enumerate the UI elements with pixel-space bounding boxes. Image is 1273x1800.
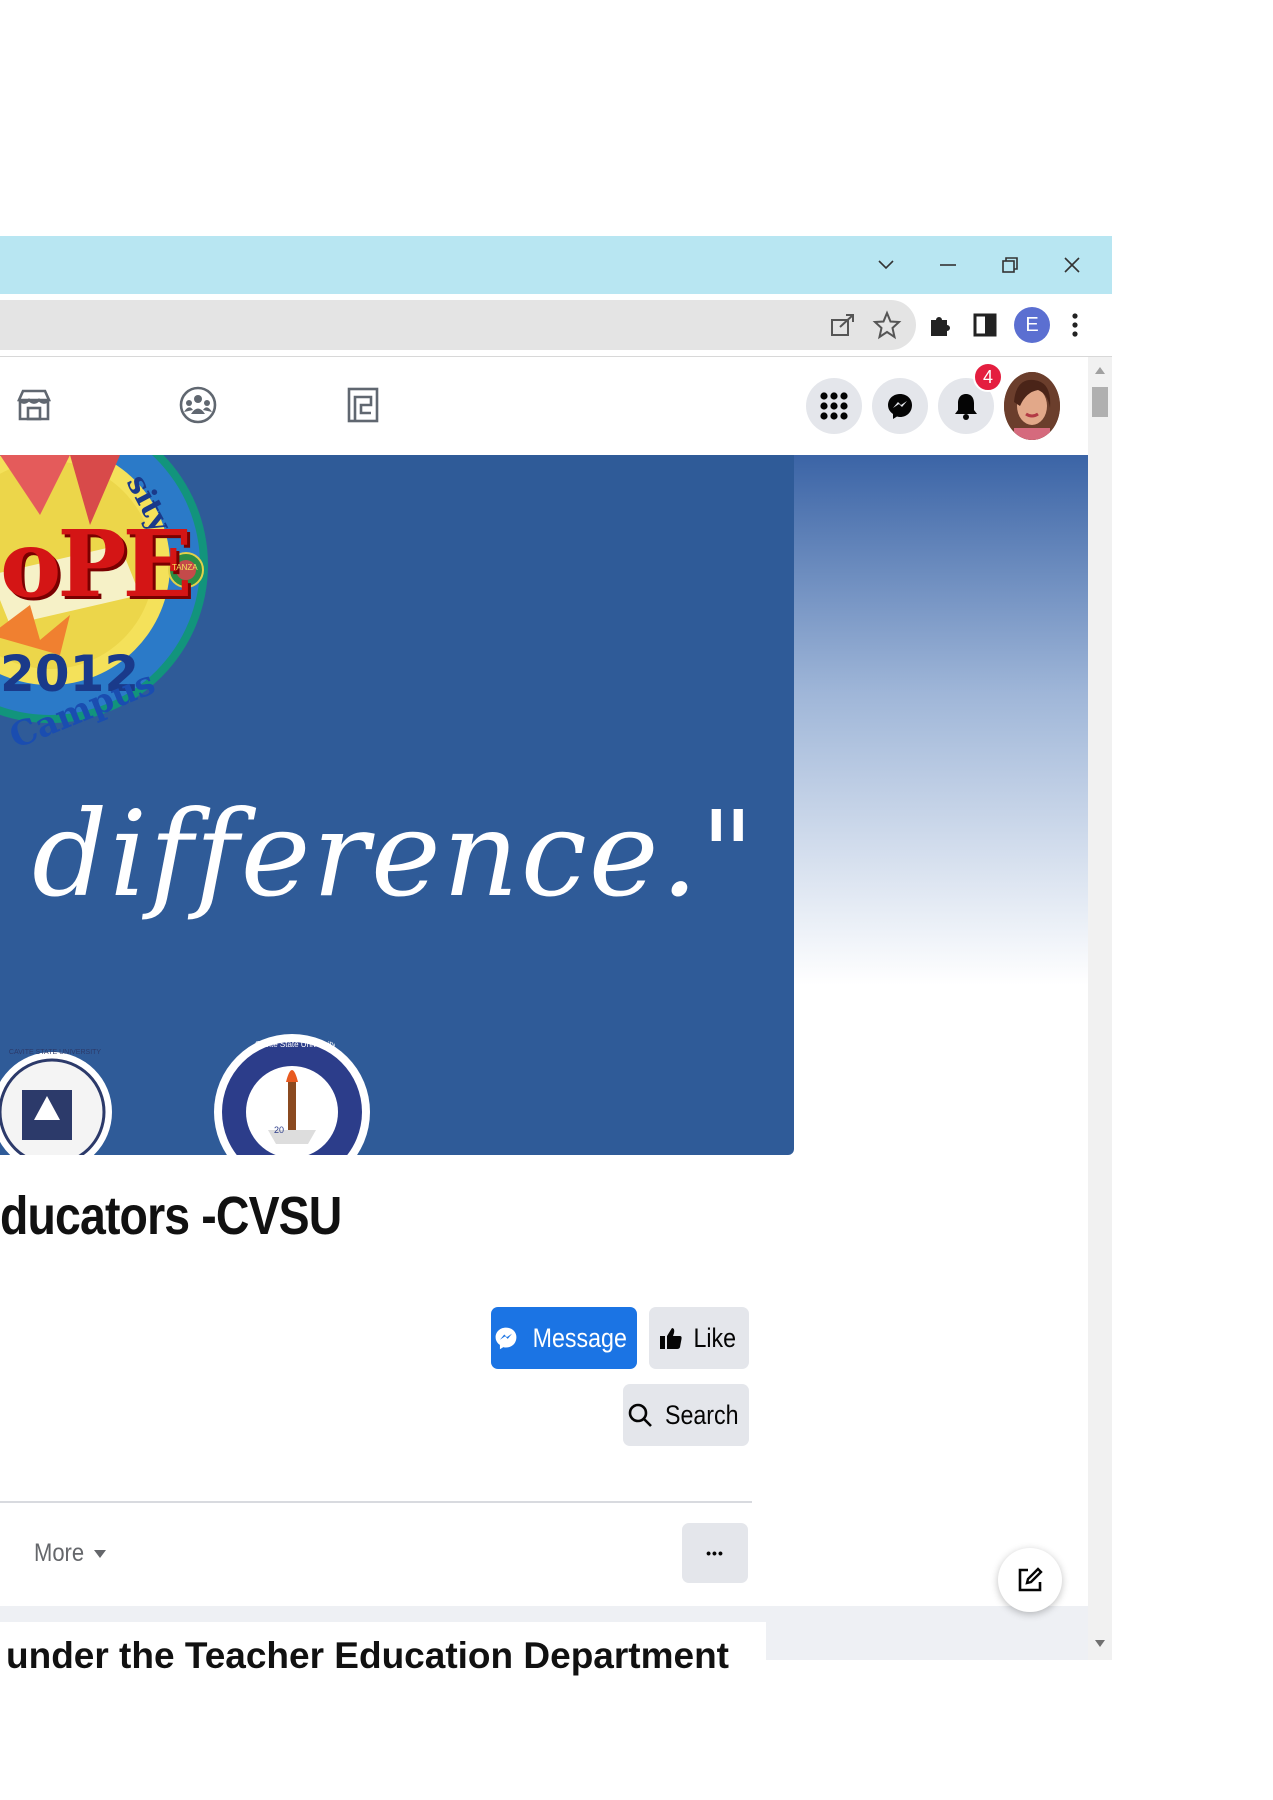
page-scrollbar[interactable] xyxy=(1088,357,1112,1660)
more-tab-label: More xyxy=(34,1539,85,1567)
logo-badge-text: TANZA xyxy=(172,563,198,572)
tab-search-button[interactable] xyxy=(855,236,917,294)
restore-icon xyxy=(1002,257,1018,273)
caret-down-icon xyxy=(93,1549,106,1558)
chevron-down-icon xyxy=(878,260,894,270)
ellipsis-icon: ••• xyxy=(706,1545,724,1561)
thumbs-up-icon xyxy=(660,1328,682,1349)
like-button[interactable]: Like xyxy=(649,1307,749,1369)
compose-icon xyxy=(1018,1567,1043,1592)
more-options-button[interactable]: ••• xyxy=(682,1523,748,1583)
messenger-icon xyxy=(888,394,912,419)
seal-year: 20 xyxy=(274,1125,285,1135)
messenger-icon xyxy=(495,1327,517,1350)
profile-avatar-button[interactable]: E xyxy=(1014,307,1050,343)
bell-icon xyxy=(955,394,977,420)
scrollbar-thumb[interactable] xyxy=(1092,387,1108,417)
search-button-label: Search xyxy=(665,1399,739,1430)
messenger-button[interactable] xyxy=(872,378,928,434)
address-bar[interactable] xyxy=(0,300,916,350)
close-button[interactable] xyxy=(1041,236,1103,294)
browser-menu-icon[interactable] xyxy=(1065,309,1085,341)
notification-badge: 4 xyxy=(973,362,1003,392)
groups-icon[interactable] xyxy=(176,383,220,427)
side-panel-icon[interactable] xyxy=(970,310,1000,340)
profile-initial: E xyxy=(1025,313,1039,336)
scroll-down-arrow-icon xyxy=(1095,1640,1105,1647)
search-button[interactable]: Search xyxy=(623,1384,749,1446)
marketplace-icon[interactable] xyxy=(12,383,56,427)
menu-grid-button[interactable] xyxy=(806,378,862,434)
close-icon xyxy=(1064,257,1080,273)
like-button-label: Like xyxy=(693,1322,737,1353)
restore-button[interactable] xyxy=(979,236,1041,294)
cover-tagline: difference." xyxy=(32,785,757,923)
scroll-up-arrow-icon xyxy=(1095,367,1105,374)
cover-photo[interactable]: oPE 2012 Campus sity TANZA difference." … xyxy=(0,455,794,1155)
search-icon xyxy=(628,1403,653,1427)
user-avatar[interactable] xyxy=(1004,372,1060,440)
seal-right-text: Cavite State University - Tanza Campus xyxy=(255,1040,335,1049)
more-tab[interactable]: More xyxy=(34,1539,107,1568)
cover-background-gradient xyxy=(794,455,1088,985)
grid-icon xyxy=(820,392,848,420)
share-icon[interactable] xyxy=(828,310,858,340)
extensions-icon[interactable] xyxy=(925,310,955,340)
bookmark-star-icon[interactable] xyxy=(871,309,903,341)
page-title: ducators -CVSU xyxy=(0,1186,342,1246)
minimize-button[interactable] xyxy=(917,236,979,294)
minimize-icon xyxy=(940,264,956,266)
caption-text: under the Teacher Education Department xyxy=(6,1635,729,1676)
message-button-label: Message xyxy=(532,1322,628,1353)
gaming-icon[interactable] xyxy=(341,383,385,427)
tabs-divider xyxy=(0,1501,752,1503)
new-message-button[interactable] xyxy=(998,1548,1062,1612)
message-button[interactable]: Message xyxy=(491,1307,637,1369)
notification-count: 4 xyxy=(982,366,993,387)
seal-left-text: CAVITE STATE UNIVERSITY xyxy=(8,1049,102,1056)
